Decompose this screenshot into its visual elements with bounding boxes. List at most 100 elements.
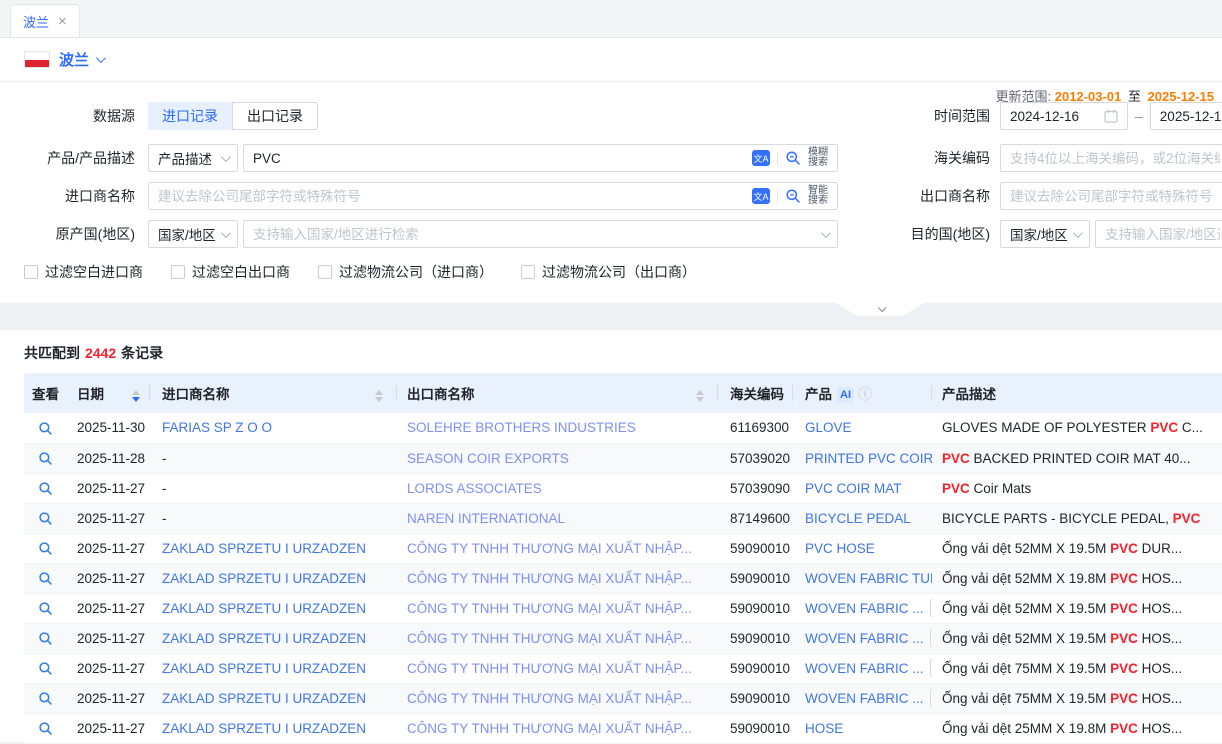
importer-cell: - bbox=[150, 503, 397, 533]
view-record-button[interactable] bbox=[38, 601, 53, 616]
view-record-button[interactable] bbox=[38, 571, 53, 586]
date-start-input[interactable] bbox=[1010, 109, 1104, 124]
chevron-down-icon[interactable] bbox=[96, 53, 106, 63]
tab-import-records[interactable]: 进口记录 bbox=[148, 102, 232, 130]
filter-checkbox[interactable]: 过滤空白进口商 bbox=[24, 262, 143, 282]
view-record-button[interactable] bbox=[38, 721, 53, 736]
translate-icon[interactable]: 文A bbox=[752, 150, 770, 166]
view-record-button[interactable] bbox=[38, 451, 53, 466]
col-importer[interactable]: 进口商名称 bbox=[150, 373, 397, 413]
product-link[interactable]: WOVEN FABRIC ... bbox=[805, 691, 924, 706]
importer-link[interactable]: ZAKLAD SPRZETU I URZADZEN bbox=[162, 541, 366, 556]
sort-date[interactable] bbox=[132, 386, 140, 406]
view-record-button[interactable] bbox=[38, 691, 53, 706]
filter-checkbox[interactable]: 过滤空白出口商 bbox=[171, 262, 290, 282]
importer-link[interactable]: - bbox=[162, 481, 167, 496]
info-icon[interactable]: ⓘ bbox=[858, 386, 872, 402]
importer-link[interactable]: - bbox=[162, 511, 167, 526]
product-link[interactable]: WOVEN FABRIC ... bbox=[805, 661, 924, 676]
product-link[interactable]: PVC HOSE bbox=[805, 541, 875, 556]
hs-code-cell: 57039090 bbox=[718, 473, 793, 503]
calendar-icon[interactable] bbox=[1104, 109, 1118, 123]
exporter-link[interactable]: NAREN INTERNATIONAL bbox=[407, 511, 565, 526]
importer-link[interactable]: ZAKLAD SPRZETU I URZADZEN bbox=[162, 601, 366, 616]
product-input[interactable] bbox=[253, 151, 752, 166]
product-link[interactable]: BICYCLE PEDAL bbox=[805, 511, 911, 526]
country-name: 波兰 bbox=[59, 49, 89, 70]
hs-code-row: 海关编码 bbox=[900, 144, 1222, 172]
product-link[interactable]: WOVEN FABRIC ... bbox=[805, 601, 924, 616]
exporter-link[interactable]: CÔNG TY TNHH THƯƠNG MẠI XUẤT NHẬP... bbox=[407, 601, 692, 616]
collapse-panel-handle[interactable] bbox=[836, 303, 924, 316]
tab-poland[interactable]: 波兰 × bbox=[10, 4, 80, 37]
filter-checkbox[interactable]: 过滤物流公司（进口商） bbox=[318, 262, 493, 282]
time-range-row: 时间范围 – bbox=[900, 102, 1222, 130]
importer-link[interactable]: ZAKLAD SPRZETU I URZADZEN bbox=[162, 571, 366, 586]
exporter-link[interactable]: CÔNG TY TNHH THƯƠNG MẠI XUẤT NHẬP... bbox=[407, 691, 692, 706]
description-cell: Ống vải dệt 52MM X 19.5M PVC HOS... bbox=[932, 623, 1222, 653]
product-link[interactable]: PVC COIR MAT bbox=[805, 481, 902, 496]
product-link[interactable]: PRINTED PVC COIR M... bbox=[805, 451, 932, 466]
checkbox-icon[interactable] bbox=[171, 265, 185, 279]
exporter-label: 出口商名称 bbox=[900, 186, 990, 206]
search-icon[interactable] bbox=[785, 150, 801, 166]
fuzzy-search-button[interactable]: 模糊搜索 bbox=[808, 148, 828, 168]
origin-input[interactable] bbox=[253, 227, 821, 242]
view-record-button[interactable] bbox=[38, 421, 53, 436]
smart-search-button[interactable]: 智能搜索 bbox=[808, 186, 828, 206]
filter-panel: 波兰 更新范围: 2012-03-01 至 2025-12-15 数据源 进口记… bbox=[0, 38, 1222, 303]
exporter-link[interactable]: CÔNG TY TNHH THƯƠNG MẠI XUẤT NHẬP... bbox=[407, 721, 692, 736]
product-link[interactable]: HOSE bbox=[805, 721, 843, 736]
exporter-link[interactable]: SOLEHRE BROTHERS INDUSTRIES bbox=[407, 420, 636, 435]
exporter-link[interactable]: LORDS ASSOCIATES bbox=[407, 481, 542, 496]
importer-link[interactable]: - bbox=[162, 451, 167, 466]
view-record-button[interactable] bbox=[38, 541, 53, 556]
product-cell: WOVEN FABRIC ...+1 bbox=[793, 623, 932, 653]
tab-export-records[interactable]: 出口记录 bbox=[232, 102, 318, 130]
filter-checkbox[interactable]: 过滤物流公司（出口商） bbox=[521, 262, 696, 282]
destination-input[interactable] bbox=[1105, 227, 1220, 242]
col-date[interactable]: 日期 bbox=[67, 373, 150, 413]
product-cell: HOSE bbox=[793, 713, 932, 743]
checkbox-icon[interactable] bbox=[318, 265, 332, 279]
checkbox-icon[interactable] bbox=[521, 265, 535, 279]
importer-link[interactable]: ZAKLAD SPRZETU I URZADZEN bbox=[162, 661, 366, 676]
view-record-button[interactable] bbox=[38, 631, 53, 646]
product-link[interactable]: WOVEN FABRIC TUBE bbox=[805, 571, 932, 586]
highlighted-keyword: PVC bbox=[1110, 601, 1138, 616]
exporter-link[interactable]: CÔNG TY TNHH THƯƠNG MẠI XUẤT NHẬP... bbox=[407, 571, 692, 586]
translate-icon[interactable]: 文A bbox=[752, 188, 770, 204]
importer-link[interactable]: ZAKLAD SPRZETU I URZADZEN bbox=[162, 631, 366, 646]
exporter-link[interactable]: CÔNG TY TNHH THƯƠNG MẠI XUẤT NHẬP... bbox=[407, 541, 692, 556]
product-link[interactable]: WOVEN FABRIC ... bbox=[805, 631, 924, 646]
product-link[interactable]: GLOVE bbox=[805, 420, 852, 435]
importer-link[interactable]: ZAKLAD SPRZETU I URZADZEN bbox=[162, 691, 366, 706]
importer-link[interactable]: FARIAS SP Z O O bbox=[162, 420, 272, 435]
destination-type-select[interactable]: 国家/地区 bbox=[1000, 220, 1090, 248]
sort-importer[interactable] bbox=[375, 386, 383, 406]
exporter-link[interactable]: SEASON COIR EXPORTS bbox=[407, 451, 569, 466]
table-row: 2025-11-27 ZAKLAD SPRZETU I URZADZEN CÔN… bbox=[24, 563, 1222, 593]
search-icon[interactable] bbox=[785, 188, 801, 204]
hs-code-input[interactable] bbox=[1010, 151, 1220, 166]
exporter-link[interactable]: CÔNG TY TNHH THƯƠNG MẠI XUẤT NHẬP... bbox=[407, 631, 692, 646]
importer-cell: FARIAS SP Z O O bbox=[150, 413, 397, 443]
importer-input[interactable] bbox=[158, 189, 752, 204]
exporter-cell: CÔNG TY TNHH THƯƠNG MẠI XUẤT NHẬP... bbox=[397, 713, 718, 743]
importer-cell: ZAKLAD SPRZETU I URZADZEN bbox=[150, 563, 397, 593]
date-end-input[interactable] bbox=[1160, 109, 1222, 124]
sort-exporter[interactable] bbox=[696, 386, 704, 406]
view-record-button[interactable] bbox=[38, 511, 53, 526]
product-type-select[interactable]: 产品描述 bbox=[148, 144, 238, 172]
view-record-button[interactable] bbox=[38, 661, 53, 676]
exporter-input[interactable] bbox=[1010, 189, 1220, 204]
close-icon[interactable]: × bbox=[58, 14, 67, 29]
col-exporter[interactable]: 出口商名称 bbox=[397, 373, 718, 413]
date-range-separator: – bbox=[1135, 108, 1143, 124]
origin-type-select[interactable]: 国家/地区 bbox=[148, 220, 238, 248]
exporter-link[interactable]: CÔNG TY TNHH THƯƠNG MẠI XUẤT NHẬP... bbox=[407, 661, 692, 676]
importer-link[interactable]: ZAKLAD SPRZETU I URZADZEN bbox=[162, 721, 366, 736]
view-record-button[interactable] bbox=[38, 481, 53, 496]
checkbox-icon[interactable] bbox=[24, 265, 38, 279]
product-cell: WOVEN FABRIC ...+1 bbox=[793, 653, 932, 683]
